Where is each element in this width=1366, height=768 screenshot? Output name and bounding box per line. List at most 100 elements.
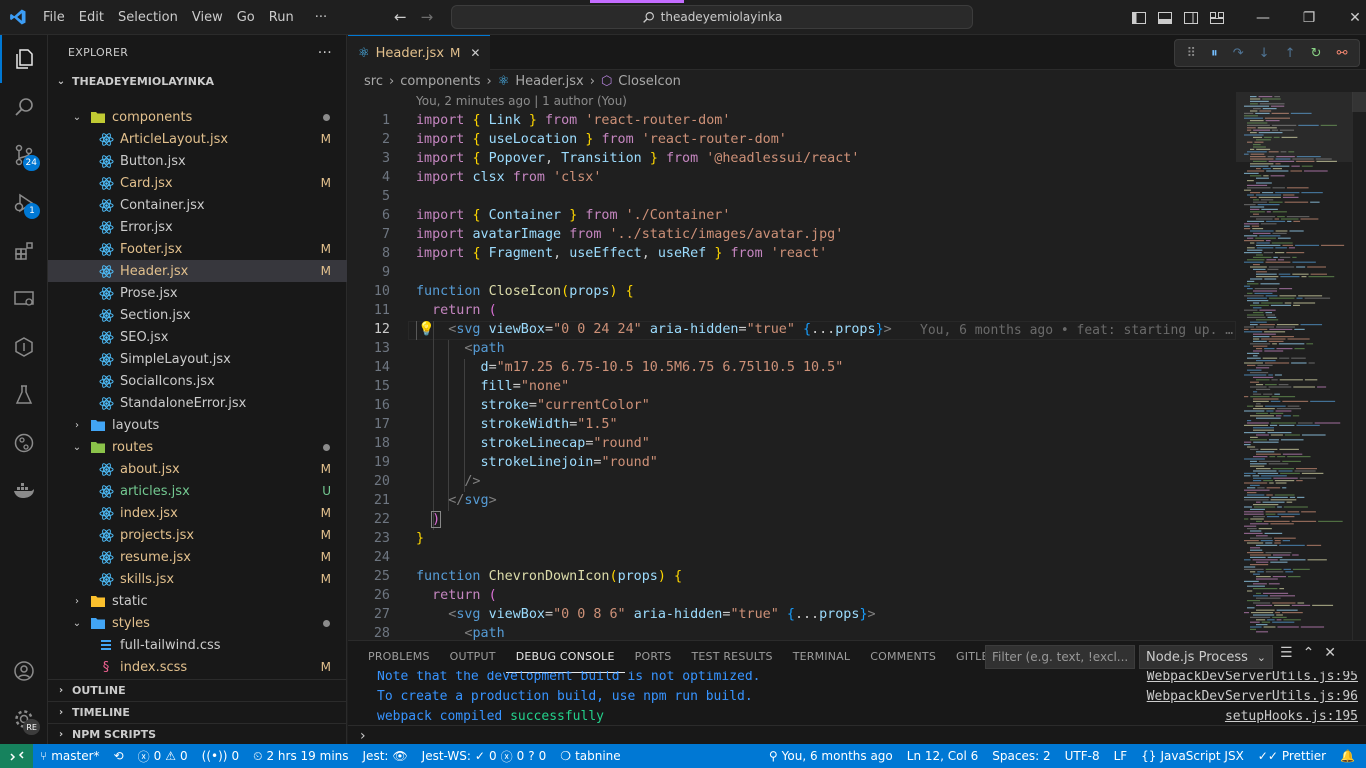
menu-run[interactable]: Run <box>262 0 301 35</box>
debug-console-input[interactable]: › <box>348 725 1366 745</box>
tree-folder-layouts[interactable]: › layouts <box>48 414 347 436</box>
manage-gear-icon[interactable]: RE <box>0 695 48 743</box>
command-center-search[interactable]: theadeyemiolayinka <box>451 5 973 29</box>
toggle-sidebar-icon[interactable] <box>1126 0 1152 35</box>
close-tab-icon[interactable]: ✕ <box>470 46 480 60</box>
remote-explorer-icon[interactable] <box>0 275 48 323</box>
testing-icon[interactable] <box>0 371 48 419</box>
console-source-link[interactable]: setupHooks.js:195 <box>1225 707 1358 727</box>
ports-status[interactable]: ((•)) 0 <box>195 744 246 768</box>
breadcrumb-components[interactable]: components <box>400 74 480 89</box>
maximize-panel-icon[interactable]: ⌃ <box>1303 645 1315 661</box>
prettier-status[interactable]: ✓✓ Prettier <box>1251 744 1333 768</box>
back-arrow-icon[interactable]: ← <box>394 8 407 26</box>
customize-layout-icon[interactable] <box>1204 0 1230 35</box>
close-panel-icon[interactable]: ✕ <box>1324 645 1336 661</box>
breadcrumb-file[interactable]: Header.jsx <box>515 74 583 89</box>
restore-icon[interactable]: ❐ <box>1286 0 1332 35</box>
extensions-icon[interactable] <box>0 227 48 275</box>
minimap[interactable] <box>1236 92 1352 640</box>
time-tracker[interactable]: ⏲ 2 hrs 19 mins <box>246 744 355 768</box>
outline-section[interactable]: › OUTLINE <box>48 679 347 701</box>
tree-file[interactable]: index.jsx M <box>48 502 347 524</box>
run-debug-icon[interactable]: 1 <box>0 179 48 227</box>
codelens-blame[interactable]: You, 2 minutes ago | 1 author (You) <box>416 92 627 110</box>
encoding[interactable]: UTF-8 <box>1058 744 1107 768</box>
tree-file[interactable]: full-tailwind.css <box>48 634 347 656</box>
tree-file[interactable]: Container.jsx <box>48 194 347 216</box>
tree-file[interactable]: about.jsx M <box>48 458 347 480</box>
minimize-icon[interactable]: — <box>1240 0 1286 35</box>
tab-terminal[interactable]: TERMINAL <box>783 641 861 673</box>
tab-comments[interactable]: COMMENTS <box>860 641 946 673</box>
scrollbar-thumb[interactable] <box>1352 92 1366 112</box>
menu-file[interactable]: File <box>36 0 72 35</box>
tree-file[interactable]: projects.jsx M <box>48 524 347 546</box>
tree-folder-static[interactable]: › static <box>48 590 347 612</box>
console-source-link[interactable]: WebpackDevServerUtils.js:96 <box>1147 687 1358 707</box>
language-mode[interactable]: {} JavaScript JSX <box>1134 744 1251 768</box>
accounts-icon[interactable] <box>0 647 48 695</box>
jest-ws-status[interactable]: Jest-WS: ✓ 0 ⓧ 0 ? 0 <box>415 744 554 768</box>
tab-debug-console[interactable]: DEBUG CONSOLE <box>505 641 625 673</box>
menu-more[interactable]: ··· <box>301 0 334 35</box>
tab-test-results[interactable]: TEST RESULTS <box>681 641 782 673</box>
process-select[interactable]: Node.js Process ⌄ <box>1139 645 1273 669</box>
tree-file[interactable]: skills.jsx M <box>48 568 347 590</box>
git-blame-status[interactable]: ⚲ You, 6 months ago <box>762 744 900 768</box>
step-out-icon[interactable]: ↑ <box>1285 46 1296 61</box>
search-view-icon[interactable] <box>0 83 48 131</box>
sync-status[interactable]: ⟲ <box>107 744 131 768</box>
inline-git-blame[interactable]: You, 6 months ago • feat: starting up. … <box>920 321 1233 340</box>
more-actions-icon[interactable]: ··· <box>318 45 332 61</box>
step-over-icon[interactable]: ↷ <box>1233 46 1244 61</box>
restart-icon[interactable]: ↻ <box>1311 46 1322 61</box>
npm-scripts-section[interactable]: › NPM SCRIPTS <box>48 723 347 745</box>
gitlens-icon[interactable] <box>0 323 48 371</box>
forward-arrow-icon[interactable]: → <box>421 8 434 26</box>
tab-output[interactable]: OUTPUT <box>440 641 506 673</box>
indentation[interactable]: Spaces: 2 <box>985 744 1057 768</box>
workspace-root[interactable]: ⌄ THEADEYEMIOLAYINKA <box>48 70 346 92</box>
tree-folder-routes[interactable]: ⌄ routes <box>48 436 347 458</box>
tree-file[interactable]: SEO.jsx <box>48 326 347 348</box>
menu-view[interactable]: View <box>185 0 230 35</box>
tree-file[interactable]: Error.jsx <box>48 216 347 238</box>
tree-file[interactable]: Header.jsx M <box>48 260 347 282</box>
end-of-line[interactable]: LF <box>1107 744 1135 768</box>
tab-problems[interactable]: PROBLEMS <box>358 641 440 673</box>
code-editor[interactable]: You, 2 minutes ago | 1 author (You) 1 imp… <box>348 92 1366 640</box>
tree-file[interactable]: resume.jsx M <box>48 546 347 568</box>
tree-file[interactable]: ArticleLayout.jsx M <box>48 128 347 150</box>
tree-file[interactable]: Prose.jsx <box>48 282 347 304</box>
docker-icon[interactable] <box>0 467 48 515</box>
clear-console-icon[interactable]: ☰ <box>1280 645 1293 661</box>
tree-file[interactable]: Section.jsx <box>48 304 347 326</box>
explorer-icon[interactable] <box>0 35 48 83</box>
gitlens-inspect-icon[interactable] <box>0 419 48 467</box>
close-window-icon[interactable]: ✕ <box>1332 0 1366 35</box>
tree-file[interactable]: StandaloneError.jsx <box>48 392 347 414</box>
tabnine-status[interactable]: ❍ tabnine <box>553 744 627 768</box>
tree-folder-components[interactable]: ⌄ components <box>48 106 347 128</box>
remote-indicator-icon[interactable] <box>0 744 33 768</box>
tree-file[interactable]: Footer.jsx M <box>48 238 347 260</box>
git-branch[interactable]: ⑂ master* <box>33 744 107 768</box>
menu-go[interactable]: Go <box>230 0 262 35</box>
notifications-bell-icon[interactable]: 🔔 <box>1333 744 1362 768</box>
drag-handle-icon[interactable]: ⠿ <box>1187 46 1197 61</box>
tree-file[interactable]: Card.jsx M <box>48 172 347 194</box>
cursor-position[interactable]: Ln 12, Col 6 <box>900 744 986 768</box>
source-control-icon[interactable]: 24 <box>0 131 48 179</box>
tree-file[interactable]: articles.jsx U <box>48 480 347 502</box>
debug-console-filter[interactable] <box>985 645 1135 669</box>
tree-file[interactable]: SocialIcons.jsx <box>48 370 347 392</box>
toggle-secondary-sidebar-icon[interactable] <box>1178 0 1204 35</box>
tree-file[interactable]: § index.scss M <box>48 656 347 678</box>
breadcrumb-symbol[interactable]: CloseIcon <box>618 74 681 89</box>
breadcrumb-src[interactable]: src <box>364 74 383 89</box>
editor-scrollbar[interactable] <box>1352 92 1366 640</box>
tab-header-jsx[interactable]: ⚛ Header.jsx M ✕ <box>348 35 491 70</box>
tree-file[interactable]: Button.jsx <box>48 150 347 172</box>
pause-icon[interactable]: ⏸ <box>1211 46 1218 61</box>
